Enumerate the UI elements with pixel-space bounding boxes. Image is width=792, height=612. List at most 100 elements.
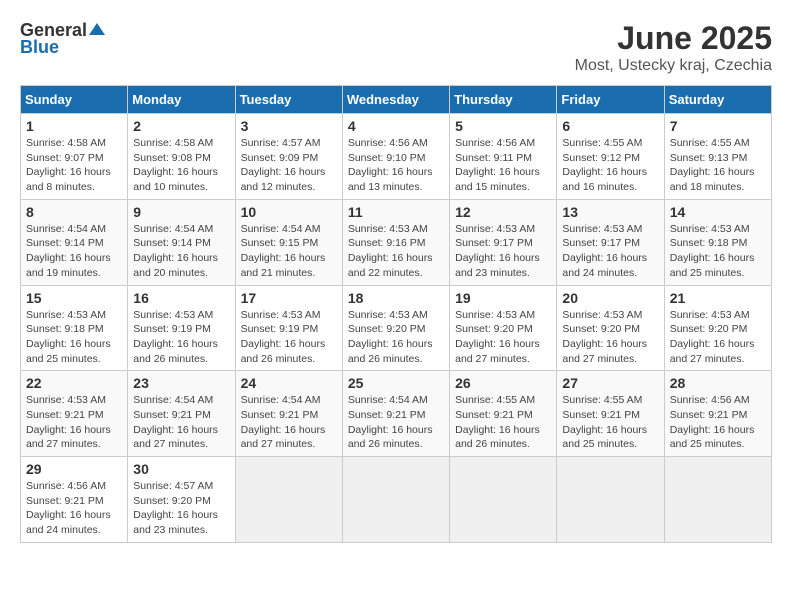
table-row bbox=[342, 457, 449, 543]
day-number: 22 bbox=[26, 375, 122, 391]
day-content: Sunrise: 4:55 AM Sunset: 9:13 PM Dayligh… bbox=[670, 136, 766, 195]
day-number: 21 bbox=[670, 290, 766, 306]
table-row: 24 Sunrise: 4:54 AM Sunset: 9:21 PM Dayli… bbox=[235, 371, 342, 457]
day-number: 28 bbox=[670, 375, 766, 391]
day-content: Sunrise: 4:56 AM Sunset: 9:21 PM Dayligh… bbox=[26, 479, 122, 538]
day-number: 17 bbox=[241, 290, 337, 306]
day-number: 29 bbox=[26, 461, 122, 477]
day-content: Sunrise: 4:56 AM Sunset: 9:21 PM Dayligh… bbox=[670, 393, 766, 452]
col-wednesday: Wednesday bbox=[342, 86, 449, 114]
calendar-table: Sunday Monday Tuesday Wednesday Thursday… bbox=[20, 85, 772, 543]
table-row: 22 Sunrise: 4:53 AM Sunset: 9:21 PM Dayli… bbox=[21, 371, 128, 457]
table-row: 23 Sunrise: 4:54 AM Sunset: 9:21 PM Dayli… bbox=[128, 371, 235, 457]
table-row: 17 Sunrise: 4:53 AM Sunset: 9:19 PM Dayli… bbox=[235, 285, 342, 371]
logo: General Blue bbox=[20, 20, 105, 58]
day-content: Sunrise: 4:56 AM Sunset: 9:10 PM Dayligh… bbox=[348, 136, 444, 195]
day-number: 1 bbox=[26, 118, 122, 134]
table-row bbox=[664, 457, 771, 543]
day-content: Sunrise: 4:54 AM Sunset: 9:14 PM Dayligh… bbox=[26, 222, 122, 281]
day-content: Sunrise: 4:53 AM Sunset: 9:20 PM Dayligh… bbox=[670, 308, 766, 367]
day-number: 13 bbox=[562, 204, 658, 220]
day-number: 2 bbox=[133, 118, 229, 134]
table-row: 20 Sunrise: 4:53 AM Sunset: 9:20 PM Dayli… bbox=[557, 285, 664, 371]
calendar-week-2: 8 Sunrise: 4:54 AM Sunset: 9:14 PM Daylig… bbox=[21, 199, 772, 285]
day-number: 23 bbox=[133, 375, 229, 391]
table-row: 21 Sunrise: 4:53 AM Sunset: 9:20 PM Dayli… bbox=[664, 285, 771, 371]
day-content: Sunrise: 4:55 AM Sunset: 9:21 PM Dayligh… bbox=[455, 393, 551, 452]
col-sunday: Sunday bbox=[21, 86, 128, 114]
calendar-header-row: Sunday Monday Tuesday Wednesday Thursday… bbox=[21, 86, 772, 114]
table-row bbox=[235, 457, 342, 543]
day-number: 14 bbox=[670, 204, 766, 220]
day-number: 8 bbox=[26, 204, 122, 220]
table-row: 6Sunrise: 4:55 AM Sunset: 9:12 PM Daylig… bbox=[557, 114, 664, 200]
location-title: Most, Ustecky kraj, Czechia bbox=[575, 57, 772, 75]
day-content: Sunrise: 4:57 AM Sunset: 9:09 PM Dayligh… bbox=[241, 136, 337, 195]
day-content: Sunrise: 4:58 AM Sunset: 9:08 PM Dayligh… bbox=[133, 136, 229, 195]
day-content: Sunrise: 4:53 AM Sunset: 9:19 PM Dayligh… bbox=[241, 308, 337, 367]
day-number: 11 bbox=[348, 204, 444, 220]
table-row: 14Sunrise: 4:53 AM Sunset: 9:18 PM Dayli… bbox=[664, 199, 771, 285]
logo-triangle-icon bbox=[89, 21, 105, 37]
day-number: 15 bbox=[26, 290, 122, 306]
day-content: Sunrise: 4:56 AM Sunset: 9:11 PM Dayligh… bbox=[455, 136, 551, 195]
calendar-week-3: 15Sunrise: 4:53 AM Sunset: 9:18 PM Dayli… bbox=[21, 285, 772, 371]
header: General Blue June 2025 Most, Ustecky kra… bbox=[20, 20, 772, 75]
table-row: 7 Sunrise: 4:55 AM Sunset: 9:13 PM Daylig… bbox=[664, 114, 771, 200]
day-content: Sunrise: 4:54 AM Sunset: 9:21 PM Dayligh… bbox=[241, 393, 337, 452]
day-number: 7 bbox=[670, 118, 766, 134]
table-row: 26 Sunrise: 4:55 AM Sunset: 9:21 PM Dayli… bbox=[450, 371, 557, 457]
table-row: 13Sunrise: 4:53 AM Sunset: 9:17 PM Dayli… bbox=[557, 199, 664, 285]
day-number: 12 bbox=[455, 204, 551, 220]
table-row: 15Sunrise: 4:53 AM Sunset: 9:18 PM Dayli… bbox=[21, 285, 128, 371]
day-number: 16 bbox=[133, 290, 229, 306]
table-row: 1 Sunrise: 4:58 AM Sunset: 9:07 PM Daylig… bbox=[21, 114, 128, 200]
day-content: Sunrise: 4:54 AM Sunset: 9:15 PM Dayligh… bbox=[241, 222, 337, 281]
day-content: Sunrise: 4:54 AM Sunset: 9:21 PM Dayligh… bbox=[133, 393, 229, 452]
day-number: 5 bbox=[455, 118, 551, 134]
table-row: 25Sunrise: 4:54 AM Sunset: 9:21 PM Dayli… bbox=[342, 371, 449, 457]
day-content: Sunrise: 4:53 AM Sunset: 9:20 PM Dayligh… bbox=[562, 308, 658, 367]
table-row: 27 Sunrise: 4:55 AM Sunset: 9:21 PM Dayli… bbox=[557, 371, 664, 457]
day-number: 27 bbox=[562, 375, 658, 391]
table-row bbox=[557, 457, 664, 543]
table-row: 18Sunrise: 4:53 AM Sunset: 9:20 PM Dayli… bbox=[342, 285, 449, 371]
table-row: 3Sunrise: 4:57 AM Sunset: 9:09 PM Daylig… bbox=[235, 114, 342, 200]
title-area: June 2025 Most, Ustecky kraj, Czechia bbox=[575, 20, 772, 75]
day-content: Sunrise: 4:53 AM Sunset: 9:21 PM Dayligh… bbox=[26, 393, 122, 452]
calendar-week-1: 1 Sunrise: 4:58 AM Sunset: 9:07 PM Daylig… bbox=[21, 114, 772, 200]
col-monday: Monday bbox=[128, 86, 235, 114]
day-number: 10 bbox=[241, 204, 337, 220]
day-number: 18 bbox=[348, 290, 444, 306]
day-content: Sunrise: 4:55 AM Sunset: 9:21 PM Dayligh… bbox=[562, 393, 658, 452]
table-row: 12 Sunrise: 4:53 AM Sunset: 9:17 PM Dayli… bbox=[450, 199, 557, 285]
day-number: 20 bbox=[562, 290, 658, 306]
day-content: Sunrise: 4:53 AM Sunset: 9:16 PM Dayligh… bbox=[348, 222, 444, 281]
day-number: 24 bbox=[241, 375, 337, 391]
table-row: 28 Sunrise: 4:56 AM Sunset: 9:21 PM Dayli… bbox=[664, 371, 771, 457]
day-content: Sunrise: 4:54 AM Sunset: 9:14 PM Dayligh… bbox=[133, 222, 229, 281]
table-row: 2 Sunrise: 4:58 AM Sunset: 9:08 PM Daylig… bbox=[128, 114, 235, 200]
col-tuesday: Tuesday bbox=[235, 86, 342, 114]
day-number: 19 bbox=[455, 290, 551, 306]
day-number: 26 bbox=[455, 375, 551, 391]
table-row: 5 Sunrise: 4:56 AM Sunset: 9:11 PM Daylig… bbox=[450, 114, 557, 200]
logo-blue-text: Blue bbox=[20, 37, 59, 58]
day-number: 9 bbox=[133, 204, 229, 220]
table-row: 11 Sunrise: 4:53 AM Sunset: 9:16 PM Dayli… bbox=[342, 199, 449, 285]
day-number: 4 bbox=[348, 118, 444, 134]
calendar-week-5: 29 Sunrise: 4:56 AM Sunset: 9:21 PM Dayli… bbox=[21, 457, 772, 543]
table-row: 4 Sunrise: 4:56 AM Sunset: 9:10 PM Daylig… bbox=[342, 114, 449, 200]
col-thursday: Thursday bbox=[450, 86, 557, 114]
col-friday: Friday bbox=[557, 86, 664, 114]
day-number: 25 bbox=[348, 375, 444, 391]
table-row: 10 Sunrise: 4:54 AM Sunset: 9:15 PM Dayli… bbox=[235, 199, 342, 285]
day-content: Sunrise: 4:57 AM Sunset: 9:20 PM Dayligh… bbox=[133, 479, 229, 538]
table-row bbox=[450, 457, 557, 543]
day-content: Sunrise: 4:53 AM Sunset: 9:19 PM Dayligh… bbox=[133, 308, 229, 367]
day-content: Sunrise: 4:58 AM Sunset: 9:07 PM Dayligh… bbox=[26, 136, 122, 195]
day-content: Sunrise: 4:53 AM Sunset: 9:20 PM Dayligh… bbox=[455, 308, 551, 367]
day-content: Sunrise: 4:53 AM Sunset: 9:17 PM Dayligh… bbox=[455, 222, 551, 281]
col-saturday: Saturday bbox=[664, 86, 771, 114]
table-row: 30Sunrise: 4:57 AM Sunset: 9:20 PM Dayli… bbox=[128, 457, 235, 543]
